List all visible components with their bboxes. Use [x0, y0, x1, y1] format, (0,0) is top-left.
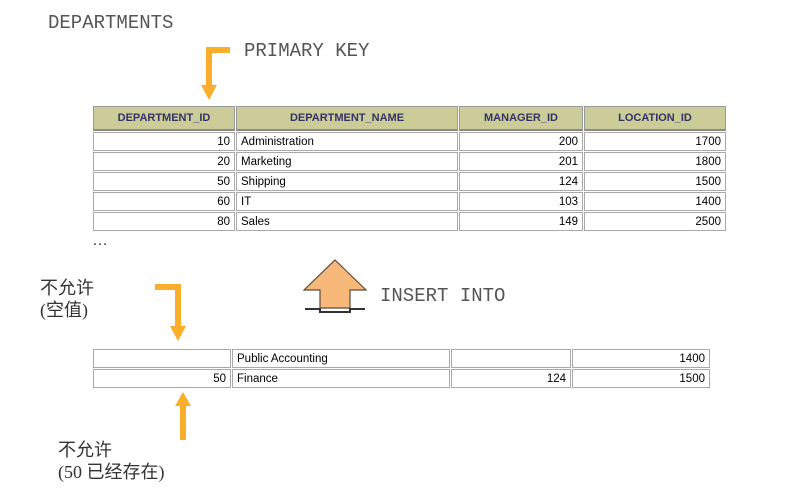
dup-arrow-icon	[168, 392, 198, 442]
cell: 1800	[584, 152, 726, 171]
cell: Marketing	[236, 152, 458, 171]
cell: 80	[93, 212, 235, 231]
primary-key-arrow-icon	[195, 45, 237, 107]
cell: 200	[459, 132, 583, 151]
cell: 124	[451, 369, 571, 388]
insert-into-label: INSERT INTO	[380, 285, 505, 307]
cell: IT	[236, 192, 458, 211]
cell: 10	[93, 132, 235, 151]
insert-rows-table: Public Accounting 1400 50 Finance 124 15…	[92, 348, 711, 389]
table-row: 50 Shipping 124 1500	[93, 172, 726, 191]
cell: 1500	[572, 369, 710, 388]
primary-key-label: PRIMARY KEY	[244, 40, 369, 62]
cell: Public Accounting	[232, 349, 450, 368]
table-row: 10 Administration 200 1700	[93, 132, 726, 151]
table-header-row: DEPARTMENT_ID DEPARTMENT_NAME MANAGER_ID…	[93, 106, 726, 131]
col-manager-id: MANAGER_ID	[459, 106, 583, 131]
cell: 1700	[584, 132, 726, 151]
cell: 124	[459, 172, 583, 191]
label-line2: (空值)	[40, 300, 88, 320]
cell	[451, 349, 571, 368]
col-department-id: DEPARTMENT_ID	[93, 106, 235, 131]
table-row: 80 Sales 149 2500	[93, 212, 726, 231]
col-department-name: DEPARTMENT_NAME	[236, 106, 458, 131]
cell: 2500	[584, 212, 726, 231]
table-row: 60 IT 103 1400	[93, 192, 726, 211]
cell: 201	[459, 152, 583, 171]
cell: Sales	[236, 212, 458, 231]
cell: 1400	[584, 192, 726, 211]
label-line1: 不允许	[40, 278, 94, 298]
cell: Shipping	[236, 172, 458, 191]
cell: 60	[93, 192, 235, 211]
not-allowed-dup-label: 不允许 (50 已经存在)	[58, 440, 165, 483]
cell: 103	[459, 192, 583, 211]
ellipsis: …	[92, 232, 110, 250]
table-row: 50 Finance 124 1500	[93, 369, 710, 388]
departments-table: DEPARTMENT_ID DEPARTMENT_NAME MANAGER_ID…	[92, 105, 727, 232]
cell: 1500	[584, 172, 726, 191]
cell	[93, 349, 231, 368]
cell: Finance	[232, 369, 450, 388]
col-location-id: LOCATION_ID	[584, 106, 726, 131]
label-line2: (50 已经存在)	[58, 462, 165, 482]
cell: Administration	[236, 132, 458, 151]
not-allowed-null-label: 不允许 (空值)	[40, 278, 94, 321]
null-arrow-icon	[150, 281, 202, 351]
label-line1: 不允许	[58, 440, 112, 460]
cell: 1400	[572, 349, 710, 368]
table-row: 20 Marketing 201 1800	[93, 152, 726, 171]
cell: 50	[93, 172, 235, 191]
table-row: Public Accounting 1400	[93, 349, 710, 368]
cell: 20	[93, 152, 235, 171]
cell: 50	[93, 369, 231, 388]
insert-into-arrow-icon	[300, 258, 370, 318]
departments-title: DEPARTMENTS	[48, 12, 173, 34]
cell: 149	[459, 212, 583, 231]
